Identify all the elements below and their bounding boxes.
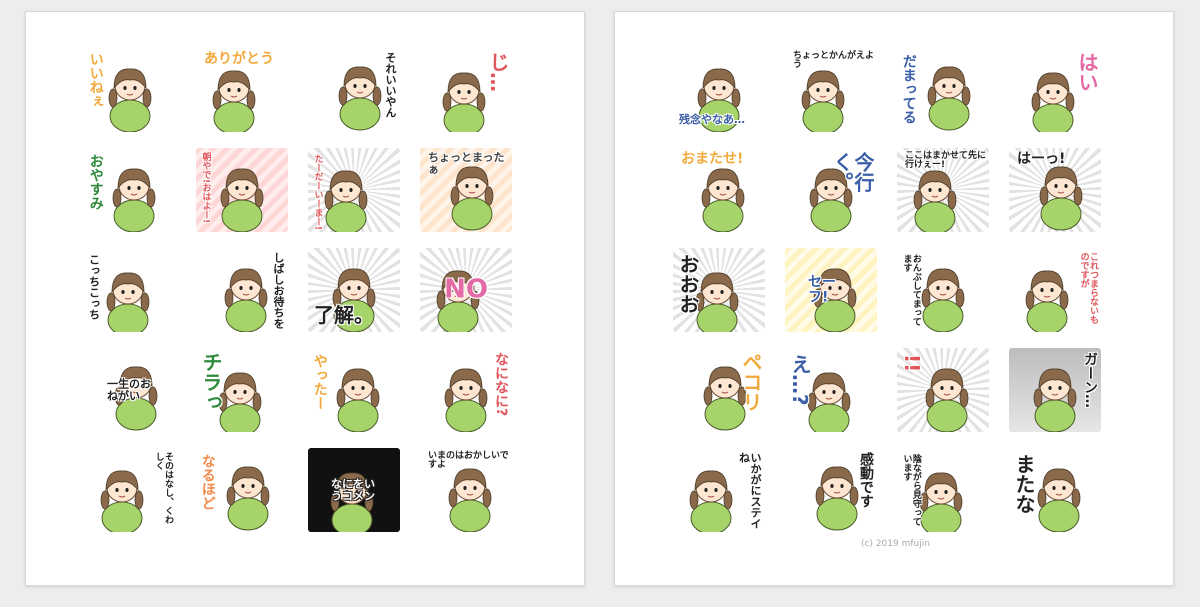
sticker-caption: 一生のおねがい bbox=[107, 377, 151, 402]
sticker-left-18[interactable]: なるほど bbox=[196, 448, 288, 532]
sticker-left-4[interactable]: じ… bbox=[420, 48, 512, 132]
sticker-right-4[interactable]: はい bbox=[1009, 48, 1101, 132]
sticker-left-12[interactable]: NO bbox=[420, 248, 512, 332]
sticker-caption: だまってる bbox=[900, 54, 917, 124]
sticker-caption: 感動です bbox=[858, 452, 874, 508]
sticker-right-18[interactable]: 感動です bbox=[785, 448, 877, 532]
sticker-grid-right: 残念やなあ… ちょっとかんがえよう だまってる はいおまたせ! 今行く。 ここはまかせて先… bbox=[673, 48, 1101, 532]
sticker-caption: え…? bbox=[788, 354, 812, 406]
sticker-caption: じ… bbox=[486, 52, 510, 92]
sticker-right-14[interactable]: え…? bbox=[785, 348, 877, 432]
sticker-caption: いいねぇ bbox=[87, 52, 104, 108]
sticker-caption: 陰ながら見守っています bbox=[901, 454, 921, 526]
copyright-credit: (c) 2019 mfujin bbox=[861, 539, 930, 549]
sticker-right-1[interactable]: 残念やなあ… bbox=[673, 48, 765, 132]
sticker-left-1[interactable]: いいねぇ bbox=[84, 48, 176, 132]
sticker-left-8[interactable]: ちょっとまったぁ bbox=[420, 148, 512, 232]
sticker-left-14[interactable]: チラっ bbox=[196, 348, 288, 432]
sticker-right-8[interactable]: はーっ! bbox=[1009, 148, 1101, 232]
sticker-right-13[interactable]: ペコリ bbox=[673, 348, 765, 432]
sticker-panel-right: 残念やなあ… ちょっとかんがえよう だまってる はいおまたせ! 今行く。 ここはまかせて先… bbox=[614, 11, 1174, 586]
sticker-right-19[interactable]: 陰ながら見守っています bbox=[897, 448, 989, 532]
sticker-caption: おおお bbox=[676, 254, 700, 314]
sticker-caption: ペコリ bbox=[739, 352, 763, 412]
sticker-caption: たーだーいーまー! bbox=[312, 154, 323, 231]
sticker-caption: !! bbox=[900, 354, 924, 373]
sticker-caption: なにをいうコメン bbox=[331, 477, 375, 502]
sticker-caption: ちょっとまったぁ bbox=[428, 151, 505, 176]
sticker-right-11[interactable]: おんぶしてまってます bbox=[897, 248, 989, 332]
sticker-grid-left: いいねぇ ありがとう それいいやん じ… おやすみ 朝やで!おはよー! たーだーいーまー! ち… bbox=[84, 48, 512, 532]
sticker-caption: そのはなし、くわしく bbox=[153, 452, 173, 524]
sticker-right-6[interactable]: 今行く。 bbox=[785, 148, 877, 232]
sticker-caption: 今行く。 bbox=[830, 152, 875, 192]
sticker-right-9[interactable]: おおお bbox=[673, 248, 765, 332]
sticker-caption: これつまらないものですが bbox=[1078, 252, 1098, 324]
sticker-caption: ここはまかせて先に行けぇー! bbox=[905, 151, 987, 171]
sticker-caption: NO bbox=[444, 274, 488, 305]
sticker-left-3[interactable]: それいいやん bbox=[308, 48, 400, 132]
sticker-caption: しばしお待ちを bbox=[272, 252, 285, 329]
sticker-caption: ガーン… bbox=[1082, 352, 1098, 408]
sticker-caption: いかがにステイね bbox=[737, 452, 762, 529]
sticker-left-11[interactable]: 了解。 bbox=[308, 248, 400, 332]
sticker-caption: はーっ! bbox=[1017, 151, 1066, 167]
sticker-left-7[interactable]: たーだーいーまー! bbox=[308, 148, 400, 232]
sticker-right-17[interactable]: いかがにステイね bbox=[673, 448, 765, 532]
sticker-right-5[interactable]: おまたせ! bbox=[673, 148, 765, 232]
sticker-left-10[interactable]: しばしお待ちを bbox=[196, 248, 288, 332]
sticker-caption: こっちこっち bbox=[87, 254, 101, 320]
sticker-right-2[interactable]: ちょっとかんがえよう bbox=[785, 48, 877, 132]
sticker-caption: 朝やで!おはよー! bbox=[200, 152, 211, 224]
sticker-left-9[interactable]: こっちこっち bbox=[84, 248, 176, 332]
sticker-panel-left: いいねぇ ありがとう それいいやん じ… おやすみ 朝やで!おはよー! たーだーいーまー! ち… bbox=[25, 11, 585, 586]
sticker-left-6[interactable]: 朝やで!おはよー! bbox=[196, 148, 288, 232]
sticker-left-2[interactable]: ありがとう bbox=[196, 48, 288, 132]
sticker-caption: おまたせ! bbox=[681, 151, 744, 167]
sticker-caption: またな bbox=[1012, 454, 1036, 514]
sticker-caption: セーフ! bbox=[808, 274, 836, 305]
sticker-right-16[interactable]: ガーン… bbox=[1009, 348, 1101, 432]
sticker-left-15[interactable]: やったー bbox=[308, 348, 400, 432]
sticker-caption: やったー bbox=[311, 354, 328, 410]
sticker-right-15[interactable]: !! bbox=[897, 348, 989, 432]
sticker-right-7[interactable]: ここはまかせて先に行けぇー! bbox=[897, 148, 989, 232]
sticker-left-16[interactable]: なになに? bbox=[420, 348, 512, 432]
sticker-right-20[interactable]: またな bbox=[1009, 448, 1101, 532]
sticker-right-3[interactable]: だまってる bbox=[897, 48, 989, 132]
sticker-caption: チラっ bbox=[199, 352, 223, 412]
sticker-caption: ありがとう bbox=[204, 51, 274, 67]
sticker-caption: はい bbox=[1075, 52, 1099, 92]
sticker-left-19[interactable]: なにをいうコメン bbox=[308, 448, 400, 532]
sticker-left-13[interactable]: 一生のおねがい bbox=[84, 348, 176, 432]
sticker-caption: それいいやん bbox=[384, 52, 397, 118]
sticker-left-20[interactable]: いまのはおかしいですよ bbox=[420, 448, 512, 532]
sticker-caption: なるほど bbox=[199, 454, 216, 510]
sticker-left-17[interactable]: そのはなし、くわしく bbox=[84, 448, 176, 532]
sticker-caption: 残念やなあ… bbox=[679, 113, 745, 127]
sticker-caption: おやすみ bbox=[87, 154, 104, 210]
sticker-caption: おんぶしてまってます bbox=[901, 254, 921, 326]
sticker-left-5[interactable]: おやすみ bbox=[84, 148, 176, 232]
sticker-right-10[interactable]: セーフ! bbox=[785, 248, 877, 332]
sticker-caption: いまのはおかしいですよ bbox=[428, 451, 509, 471]
sticker-caption: ちょっとかんがえよう bbox=[793, 51, 875, 71]
sticker-caption: 了解。 bbox=[314, 303, 374, 327]
sticker-caption: なになに? bbox=[493, 352, 509, 417]
sticker-right-12[interactable]: これつまらないものですが bbox=[1009, 248, 1101, 332]
